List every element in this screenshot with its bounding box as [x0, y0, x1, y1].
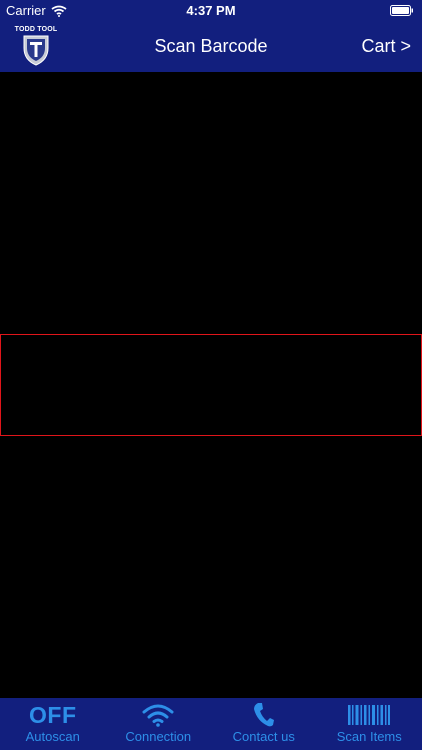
barcode-icon	[348, 705, 391, 725]
tab-scan-items[interactable]: Scan Items	[317, 698, 422, 750]
tab-autoscan[interactable]: OFF Autoscan	[0, 698, 106, 750]
off-text-icon: OFF	[0, 702, 106, 728]
tab-connection[interactable]: Connection	[106, 698, 212, 750]
scan-barcode-screen: Carrier 4:37 PM TODD TOOL Scan Barcode C…	[0, 0, 422, 750]
clock: 4:37 PM	[186, 3, 236, 18]
tab-contact-us[interactable]: Contact us	[211, 698, 317, 750]
cart-button[interactable]: Cart >	[361, 36, 411, 57]
tab-label: Contact us	[232, 729, 295, 744]
wifi-icon	[142, 704, 174, 727]
camera-preview	[0, 72, 422, 698]
tab-bar: OFF Autoscan Connection Contact us Scan …	[0, 698, 422, 750]
tab-label: Connection	[125, 729, 192, 744]
phone-icon	[253, 703, 274, 727]
tab-label: Autoscan	[25, 729, 80, 744]
page-title: Scan Barcode	[154, 36, 268, 56]
tab-label: Scan Items	[336, 729, 402, 744]
logo-text: TODD TOOL	[14, 26, 58, 33]
autoscan-state: OFF	[29, 702, 77, 728]
header: Carrier 4:37 PM TODD TOOL Scan Barcode C…	[0, 0, 422, 72]
scan-frame	[0, 334, 422, 436]
battery-icon	[390, 5, 413, 16]
navigation-bar: TODD TOOL Scan Barcode Cart >	[0, 22, 422, 72]
status-bar: Carrier 4:37 PM	[0, 0, 422, 22]
